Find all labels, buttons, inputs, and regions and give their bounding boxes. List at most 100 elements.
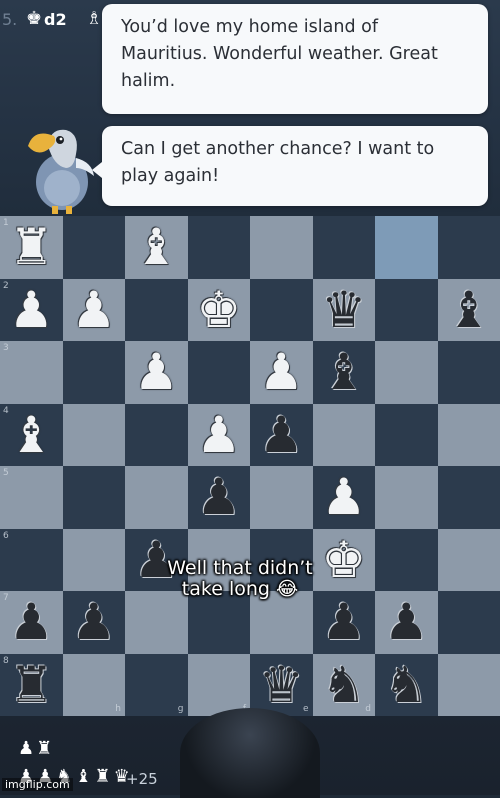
board-square[interactable] xyxy=(188,591,251,654)
board-square[interactable]: ♟ xyxy=(313,466,376,529)
board-square[interactable] xyxy=(438,216,500,279)
board-square[interactable]: ♚ xyxy=(313,529,376,592)
imgflip-watermark: imgflip.com xyxy=(2,778,73,791)
black-queen-icon[interactable]: ♛ xyxy=(250,654,313,717)
black-pawn-icon[interactable]: ♟ xyxy=(313,591,376,654)
board-square[interactable]: ♚ xyxy=(188,279,251,342)
board-square[interactable] xyxy=(375,341,438,404)
black-knight-icon[interactable]: ♞ xyxy=(313,654,376,717)
board-square[interactable]: d♞ xyxy=(313,654,376,717)
chat-bubble-1: You’d love my home island of Mauritius. … xyxy=(102,4,488,114)
board-square[interactable] xyxy=(313,216,376,279)
board-square[interactable] xyxy=(375,216,438,279)
move-history[interactable]: 5. ♚ d2 ♗ xyxy=(0,6,110,34)
blurred-piece-shadow xyxy=(180,708,320,798)
board-square[interactable] xyxy=(63,529,126,592)
board-square[interactable]: ♝ xyxy=(313,341,376,404)
board-square[interactable]: 3 xyxy=(0,341,63,404)
white-pawn-icon[interactable]: ♟ xyxy=(313,466,376,529)
white-pawn-icon[interactable]: ♟ xyxy=(0,279,63,342)
board-square[interactable] xyxy=(438,654,500,717)
black-pawn-icon[interactable]: ♟ xyxy=(250,404,313,467)
board-square[interactable] xyxy=(313,404,376,467)
black-knight-icon[interactable]: ♞ xyxy=(375,654,438,717)
board-square[interactable]: ♟ xyxy=(250,404,313,467)
black-pawn-icon[interactable]: ♟ xyxy=(0,591,63,654)
rank-label: 3 xyxy=(3,343,9,353)
board-square[interactable] xyxy=(125,404,188,467)
board-square[interactable]: ♟ xyxy=(250,341,313,404)
move-number: 5. xyxy=(2,10,17,29)
black-rook-icon[interactable]: ♜ xyxy=(0,654,63,717)
black-pawn-icon[interactable]: ♟ xyxy=(188,466,251,529)
board-square[interactable]: 4♝ xyxy=(0,404,63,467)
board-square[interactable] xyxy=(375,279,438,342)
chat-bubble-2: Can I get another chance? I want to play… xyxy=(102,126,488,206)
board-square[interactable] xyxy=(438,341,500,404)
chat-message-1: You’d love my home island of Mauritius. … xyxy=(121,17,438,91)
board-square[interactable] xyxy=(438,591,500,654)
board-square[interactable] xyxy=(250,279,313,342)
white-pawn-icon[interactable]: ♟ xyxy=(63,279,126,342)
game-header: 5. ♚ d2 ♗ You’d love my home island of M… xyxy=(0,0,500,216)
black-pawn-icon[interactable]: ♟ xyxy=(63,591,126,654)
board-square[interactable] xyxy=(125,591,188,654)
chess-board[interactable]: 1♜♝2♟♟♚♛♝3♟♟♝4♝♟♟5♟♟6♟♚7♟♟♟♟8♜hgfe♛d♞♞ xyxy=(0,216,500,716)
white-king-icon[interactable]: ♚ xyxy=(188,279,251,342)
board-square[interactable] xyxy=(188,341,251,404)
board-square[interactable]: ♟ xyxy=(375,591,438,654)
bishop-icon: ♗ xyxy=(86,8,102,29)
board-square[interactable]: 8♜ xyxy=(0,654,63,717)
board-square[interactable]: ♟ xyxy=(63,279,126,342)
board-square[interactable] xyxy=(438,529,500,592)
board-square[interactable] xyxy=(250,591,313,654)
white-rook-icon[interactable]: ♜ xyxy=(0,216,63,279)
board-square[interactable] xyxy=(375,466,438,529)
white-pawn-icon[interactable]: ♟ xyxy=(125,341,188,404)
board-square[interactable] xyxy=(375,529,438,592)
move-square: d2 xyxy=(44,10,67,29)
black-bishop-icon[interactable]: ♝ xyxy=(438,279,500,342)
board-square[interactable]: ♟ xyxy=(313,591,376,654)
dodo-avatar xyxy=(20,106,102,214)
board-square[interactable]: 1♜ xyxy=(0,216,63,279)
board-square[interactable] xyxy=(63,216,126,279)
board-square[interactable]: 7♟ xyxy=(0,591,63,654)
file-label: g xyxy=(178,704,184,714)
black-pawn-icon[interactable]: ♟ xyxy=(375,591,438,654)
white-pawn-icon[interactable]: ♟ xyxy=(188,404,251,467)
board-square[interactable]: 2♟ xyxy=(0,279,63,342)
board-square[interactable] xyxy=(438,466,500,529)
black-queen-icon[interactable]: ♛ xyxy=(313,279,376,342)
board-square[interactable]: ♝ xyxy=(125,216,188,279)
board-square[interactable]: g xyxy=(125,654,188,717)
board-square[interactable]: ♞ xyxy=(375,654,438,717)
board-square[interactable] xyxy=(250,216,313,279)
board-square[interactable] xyxy=(250,466,313,529)
board-square[interactable] xyxy=(63,466,126,529)
board-square[interactable]: ♟ xyxy=(188,466,251,529)
board-square[interactable]: f xyxy=(188,654,251,717)
board-square[interactable]: ♛ xyxy=(313,279,376,342)
board-square[interactable] xyxy=(125,279,188,342)
board-square[interactable]: h xyxy=(63,654,126,717)
board-square[interactable]: ♟ xyxy=(125,341,188,404)
board-square[interactable]: ♟ xyxy=(188,404,251,467)
white-pawn-icon[interactable]: ♟ xyxy=(250,341,313,404)
board-square[interactable]: 6 xyxy=(0,529,63,592)
board-square[interactable] xyxy=(375,404,438,467)
board-square[interactable]: ♝ xyxy=(438,279,500,342)
board-square[interactable] xyxy=(125,466,188,529)
black-bishop-icon[interactable]: ♝ xyxy=(313,341,376,404)
white-bishop-icon[interactable]: ♝ xyxy=(0,404,63,467)
board-square[interactable]: ♟ xyxy=(63,591,126,654)
board-square[interactable] xyxy=(438,404,500,467)
white-bishop-icon[interactable]: ♝ xyxy=(125,216,188,279)
board-square[interactable]: 5 xyxy=(0,466,63,529)
meme-caption: Well that didn’t take long 😂 xyxy=(160,558,320,600)
board-square[interactable]: e♛ xyxy=(250,654,313,717)
board-square[interactable] xyxy=(63,341,126,404)
white-king-icon[interactable]: ♚ xyxy=(313,529,376,592)
board-square[interactable] xyxy=(63,404,126,467)
board-square[interactable] xyxy=(188,216,251,279)
